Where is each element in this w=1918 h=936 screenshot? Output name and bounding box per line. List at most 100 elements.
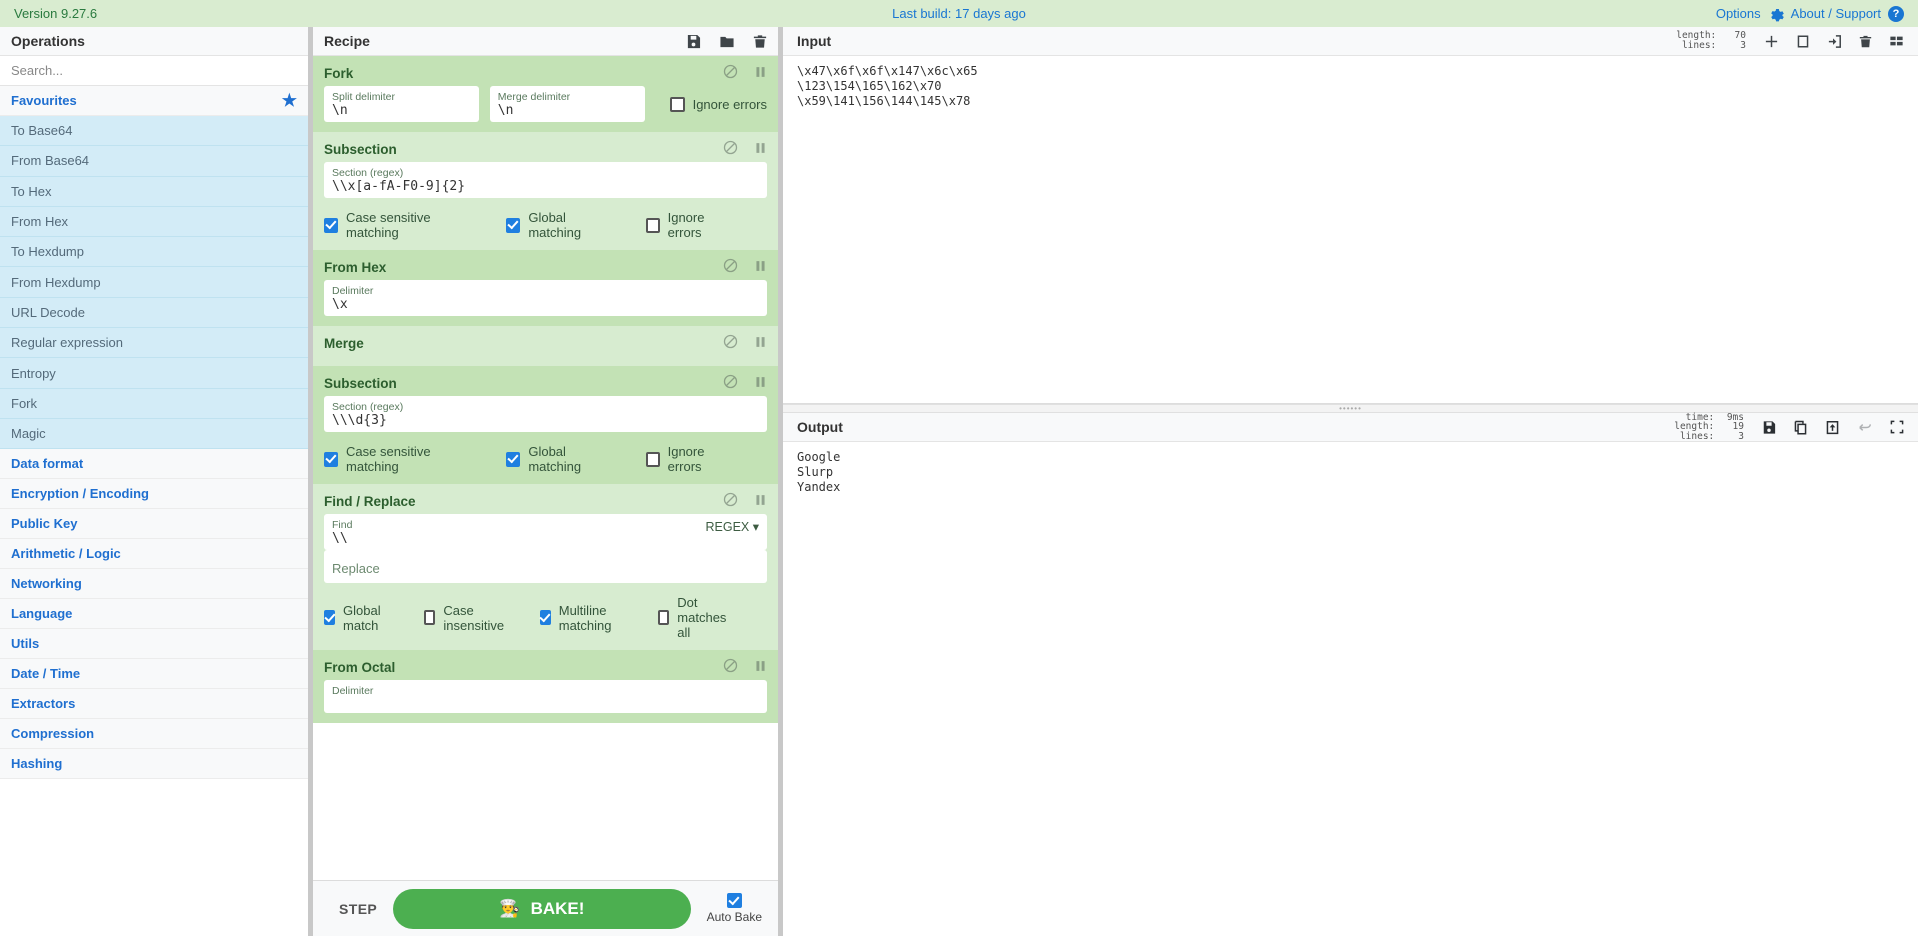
operations-category[interactable]: Date / Time — [0, 659, 308, 690]
operations-category[interactable]: Extractors — [0, 689, 308, 720]
breakpoint-icon[interactable] — [754, 659, 767, 676]
output-pane: Output time: 9ms length: 19 lines: 3 Goo… — [783, 413, 1918, 936]
load-recipe-icon[interactable] — [719, 34, 735, 49]
checkbox-box — [324, 610, 336, 625]
operation-item[interactable]: Fork — [0, 388, 308, 419]
clear-recipe-icon[interactable] — [753, 34, 767, 49]
bake-button[interactable]: 👨‍🍳 BAKE! — [393, 888, 691, 929]
breakpoint-icon[interactable] — [754, 335, 767, 352]
operation-checkbox[interactable]: Global matching — [506, 444, 613, 474]
breakpoint-icon[interactable] — [754, 375, 767, 392]
clear-input-icon[interactable] — [1859, 34, 1872, 49]
auto-bake-checkbox[interactable]: Auto Bake — [707, 893, 762, 924]
operation-argument[interactable]: Merge delimiter \n — [489, 86, 645, 122]
operations-category-label: Date / Time — [11, 666, 81, 682]
recipe-operation-list[interactable]: Fork Split delimiter \n Merge delimiter \n Ig… — [313, 56, 778, 936]
operation-argument[interactable]: Find \\ REGEX ▾ — [324, 514, 767, 550]
breakpoint-icon[interactable] — [754, 259, 767, 276]
operations-category[interactable]: Compression — [0, 719, 308, 750]
disable-operation-icon[interactable] — [723, 492, 738, 510]
options-link[interactable]: Options — [1716, 6, 1761, 21]
operation-argument[interactable]: Replace — [324, 550, 767, 583]
meta-value: 3 — [1740, 40, 1746, 51]
recipe-operation[interactable]: From Hex Delimiter \x — [313, 250, 778, 326]
operation-item[interactable]: From Base64 — [0, 146, 308, 177]
operation-argument[interactable]: Delimiter \x — [324, 280, 767, 316]
reset-layout-icon[interactable] — [1889, 34, 1904, 48]
operation-checkbox[interactable]: Ignore errors — [669, 96, 767, 112]
chef-icon: 👨‍🍳 — [499, 898, 521, 918]
disable-operation-icon[interactable] — [723, 140, 738, 158]
disable-operation-icon[interactable] — [723, 658, 738, 676]
open-folder-as-input-icon[interactable] — [1827, 34, 1842, 49]
copy-output-icon[interactable] — [1793, 420, 1808, 435]
breakpoint-icon[interactable] — [754, 141, 767, 158]
operations-category-label: Networking — [11, 576, 82, 592]
checkbox-label: Global matching — [528, 210, 582, 240]
operations-category[interactable]: Language — [0, 599, 308, 630]
operation-item[interactable]: Entropy — [0, 358, 308, 389]
gear-icon[interactable] — [1768, 6, 1784, 22]
operation-checkbox[interactable]: Case insensitive — [423, 603, 508, 633]
operation-argument[interactable]: Section (regex) \\\d{3} — [324, 396, 767, 432]
output-textarea[interactable]: Google Slurp Yandex — [783, 442, 1918, 936]
step-button[interactable]: STEP — [329, 895, 387, 923]
search-input[interactable] — [0, 56, 308, 86]
recipe-operation[interactable]: Fork Split delimiter \n Merge delimiter \n Ig… — [313, 56, 778, 132]
operation-checkbox[interactable]: Case sensitive matching — [324, 210, 474, 240]
checkbox-label: Global match — [343, 602, 381, 633]
find-mode-dropdown[interactable]: REGEX ▾ — [705, 519, 759, 546]
undo-icon[interactable] — [1857, 420, 1873, 434]
argument-value: \n — [332, 103, 348, 118]
operation-checkbox[interactable]: Case sensitive matching — [324, 444, 474, 474]
operations-category[interactable]: Data format — [0, 449, 308, 480]
recipe-operation[interactable]: Find / Replace Find \\ REGEX ▾ Replace Global… — [313, 484, 778, 650]
operations-category[interactable]: Utils — [0, 629, 308, 660]
operation-checkbox[interactable]: Dot matches all — [658, 595, 735, 640]
operations-category[interactable]: Arithmetic / Logic — [0, 539, 308, 570]
open-file-icon[interactable] — [1796, 34, 1810, 49]
about-support-link[interactable]: About / Support — [1791, 6, 1881, 21]
disable-operation-icon[interactable] — [723, 258, 738, 276]
operation-item[interactable]: Magic — [0, 418, 308, 450]
save-recipe-icon[interactable] — [686, 34, 701, 49]
operation-item[interactable]: To Base64 — [0, 116, 308, 147]
argument-label: Split delimiter — [332, 91, 396, 103]
input-textarea[interactable]: \x47\x6f\x6f\x147\x6c\x65 \123\154\165\1… — [783, 56, 1918, 403]
replace-input-with-output-icon[interactable] — [1825, 420, 1840, 435]
operation-checkbox[interactable]: Ignore errors — [645, 210, 735, 240]
operations-category[interactable]: Hashing — [0, 749, 308, 780]
operation-argument[interactable]: Section (regex) \\x[a-fA-F0-9]{2} — [324, 162, 767, 198]
add-input-tab-icon[interactable] — [1764, 34, 1779, 49]
help-icon[interactable]: ? — [1888, 5, 1904, 22]
recipe-operation[interactable]: Subsection Section (regex) \\x[a-fA-F0-9]{… — [313, 132, 778, 250]
operation-checkbox[interactable]: Global matching — [506, 210, 613, 240]
operations-category[interactable]: Networking — [0, 569, 308, 600]
operation-item[interactable]: From Hex — [0, 206, 308, 238]
operation-item[interactable]: URL Decode — [0, 297, 308, 329]
operations-category-favourites[interactable]: Favourites ★ — [0, 86, 308, 116]
operation-item[interactable]: To Hex — [0, 176, 308, 207]
recipe-operation[interactable]: Subsection Section (regex) \\\d{3} Case sen… — [313, 366, 778, 484]
disable-operation-icon[interactable] — [723, 64, 738, 82]
recipe-operation[interactable]: From Octal Delimiter — [313, 650, 778, 723]
operation-argument[interactable]: Delimiter — [324, 680, 767, 713]
maximise-output-icon[interactable] — [1890, 420, 1904, 434]
disable-operation-icon[interactable] — [723, 334, 738, 352]
checkbox-box — [645, 217, 660, 233]
operations-category[interactable]: Encryption / Encoding — [0, 479, 308, 510]
disable-operation-icon[interactable] — [723, 374, 738, 392]
operation-item[interactable]: From Hexdump — [0, 267, 308, 298]
recipe-operation[interactable]: Merge — [313, 326, 778, 366]
breakpoint-icon[interactable] — [754, 493, 767, 510]
operation-checkbox[interactable]: Ignore errors — [645, 444, 735, 474]
breakpoint-icon[interactable] — [754, 65, 767, 82]
operation-checkbox[interactable]: Global match — [324, 603, 392, 633]
operations-category[interactable]: Public Key — [0, 509, 308, 540]
operation-checkbox[interactable]: Multiline matching — [539, 603, 627, 633]
checkbox-row: Global match Case insensitive Multiline ma… — [324, 595, 767, 640]
operation-item[interactable]: Regular expression — [0, 328, 308, 359]
save-output-icon[interactable] — [1762, 420, 1776, 435]
operation-item[interactable]: To Hexdump — [0, 237, 308, 268]
operation-argument[interactable]: Split delimiter \n — [324, 86, 479, 122]
